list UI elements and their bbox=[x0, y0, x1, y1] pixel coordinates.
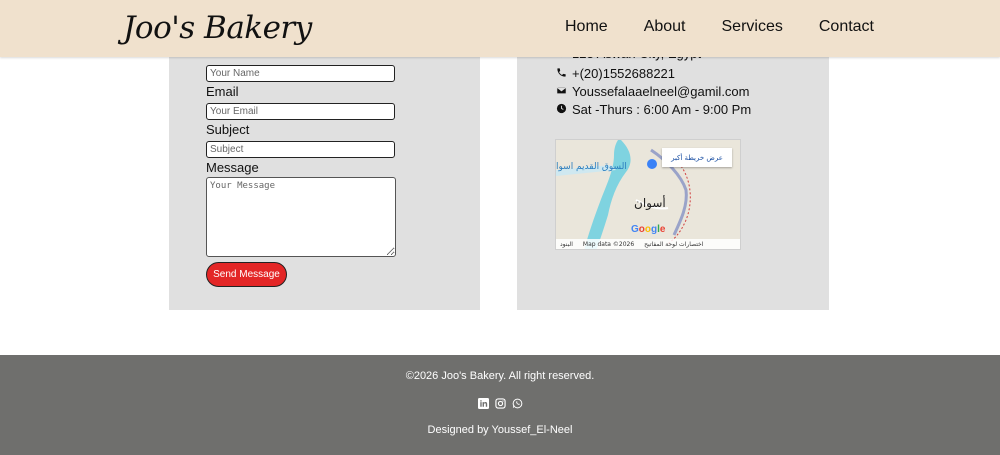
contact-info: 123 Aswan City, Egypt +(20)1552688221 Yo… bbox=[517, 40, 829, 310]
designed-by-text: Designed by Youssef_El-Neel bbox=[427, 424, 573, 436]
nav-services[interactable]: Services bbox=[722, 18, 783, 36]
subject-label: Subject bbox=[206, 122, 250, 137]
map-city-label: أسوان bbox=[634, 196, 666, 210]
message-label: Message bbox=[206, 160, 259, 175]
whatsapp-icon[interactable] bbox=[512, 398, 523, 409]
map-shortcuts-link[interactable]: اختصارات لوحة المفاتيح bbox=[644, 241, 703, 248]
brand-logo[interactable]: Joo's Bakery bbox=[123, 8, 312, 48]
phone-text: +(20)1552688221 bbox=[572, 66, 676, 81]
envelope-icon bbox=[556, 84, 567, 99]
view-larger-map-link[interactable]: عرض خريطة أكبر bbox=[662, 148, 732, 167]
nav-about[interactable]: About bbox=[644, 18, 686, 36]
footer: ©2026 Joo's Bakery. All right reserved. … bbox=[0, 355, 1000, 455]
email-input[interactable] bbox=[206, 103, 395, 120]
hours-text: Sat -Thurs : 6:00 Am - 9:00 Pm bbox=[572, 102, 752, 117]
hours-row: Sat -Thurs : 6:00 Am - 9:00 Pm bbox=[556, 102, 751, 117]
send-message-button[interactable]: Send Message bbox=[206, 262, 287, 287]
clock-icon bbox=[556, 102, 567, 117]
map-place-label: السوق القديم اسوا bbox=[556, 162, 627, 172]
google-logo: Google bbox=[631, 224, 666, 235]
linkedin-icon[interactable] bbox=[477, 398, 489, 409]
nav-home[interactable]: Home bbox=[565, 18, 608, 36]
map-footer: البنود Map data ©2026 اختصارات لوحة المف… bbox=[556, 239, 740, 249]
phone-icon bbox=[556, 66, 567, 81]
page: Joo's Bakery Home About Services Contact… bbox=[0, 0, 1000, 455]
map-data-text: Map data ©2026 bbox=[582, 240, 635, 248]
embedded-map[interactable]: السوق القديم اسوا أسوان عرض خريطة أكبر G… bbox=[555, 139, 741, 250]
email-row: Youssefalaaelneel@gamil.com bbox=[556, 84, 750, 99]
social-links bbox=[0, 398, 1000, 409]
copyright-text: ©2026 Joo's Bakery. All right reserved. bbox=[405, 370, 595, 382]
email-label: Email bbox=[206, 84, 239, 99]
phone-row: +(20)1552688221 bbox=[556, 66, 675, 81]
name-input[interactable] bbox=[206, 65, 395, 82]
nav-links: Home About Services Contact bbox=[565, 18, 874, 36]
message-textarea[interactable] bbox=[206, 177, 396, 257]
instagram-icon[interactable] bbox=[494, 398, 506, 409]
navbar: Joo's Bakery Home About Services Contact bbox=[0, 0, 1000, 57]
email-text: Youssefalaaelneel@gamil.com bbox=[572, 84, 750, 99]
contact-form: Name Email Subject Message Send Message bbox=[169, 40, 480, 310]
subject-input[interactable] bbox=[206, 141, 395, 158]
map-terms-link[interactable]: البنود bbox=[560, 241, 573, 248]
nav-contact[interactable]: Contact bbox=[819, 18, 874, 36]
